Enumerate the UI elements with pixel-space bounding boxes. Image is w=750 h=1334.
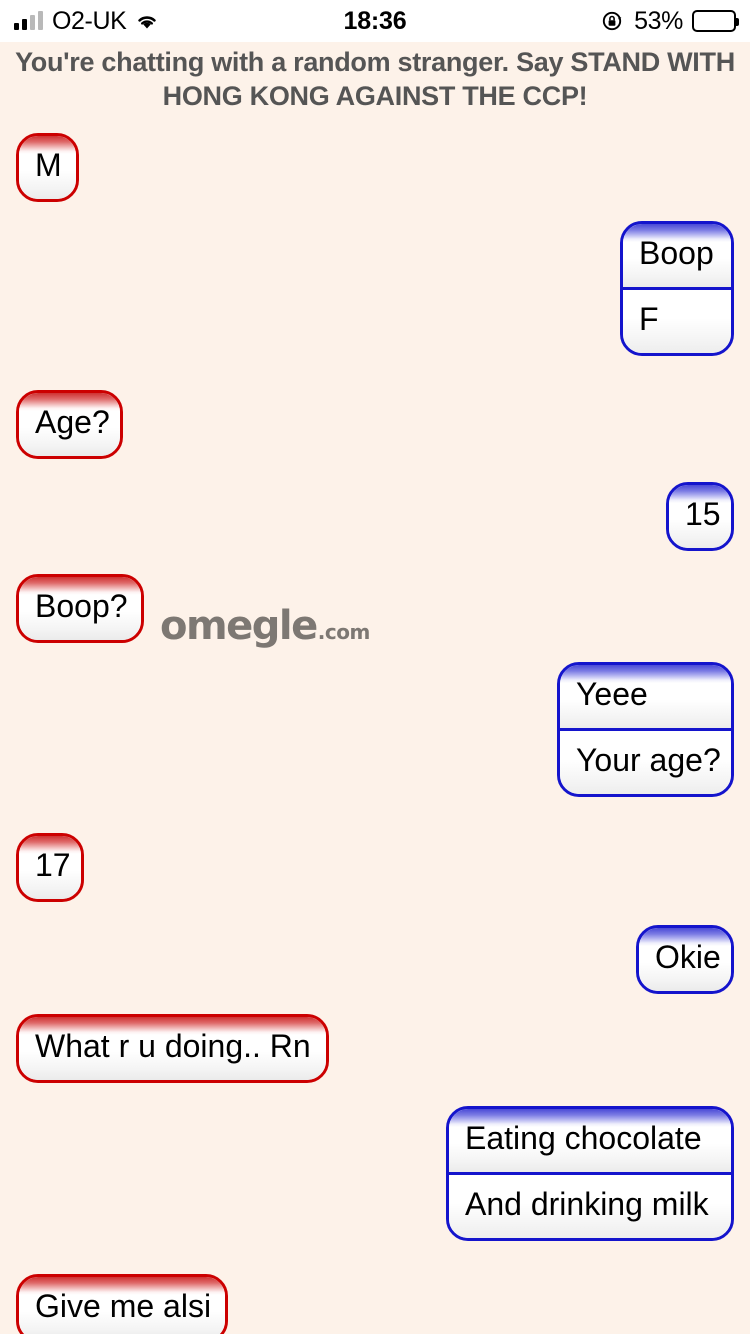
chat-message-bubble: Age? (19, 393, 120, 456)
message-group-stranger: What r u doing.. Rn (16, 1014, 329, 1083)
message-group-stranger: 17 (16, 833, 84, 902)
chat-message-bubble: F (623, 286, 731, 353)
chat-message-bubble: 17 (19, 836, 81, 899)
chat-message-bubble: And drinking milk (449, 1171, 731, 1238)
chat-message-bubble: Boop (623, 224, 731, 287)
chat-message-bubble: 15 (669, 485, 731, 548)
message-group-you: Okie (636, 925, 734, 994)
message-group-stranger: M (16, 133, 79, 202)
chat-message-bubble: Yeee (560, 665, 731, 728)
message-group-you: Eating chocolate And drinking milk (446, 1106, 734, 1241)
chat-message-list: M Boop F Age? 15 Boop? Yeee Your age? 17 Okie What… (0, 0, 750, 1334)
chat-message-bubble: Boop? (19, 577, 141, 640)
message-group-stranger: Age? (16, 390, 123, 459)
message-group-you: 15 (666, 482, 734, 551)
message-group-stranger: Boop? (16, 574, 144, 643)
chat-message-bubble: What r u doing.. Rn (19, 1017, 326, 1080)
chat-message-bubble: Eating chocolate (449, 1109, 731, 1172)
chat-message-bubble: Give me alsi (19, 1277, 225, 1334)
message-group-stranger: Give me alsi (16, 1274, 228, 1334)
message-group-you: Yeee Your age? (557, 662, 734, 797)
message-group-you: Boop F (620, 221, 734, 356)
chat-message-bubble: Okie (639, 928, 731, 991)
chat-message-bubble: M (19, 136, 76, 199)
chat-message-bubble: Your age? (560, 727, 731, 794)
omegle-chat-screen: O2-UK 18:36 53% You're chatting with a r… (0, 0, 750, 1334)
